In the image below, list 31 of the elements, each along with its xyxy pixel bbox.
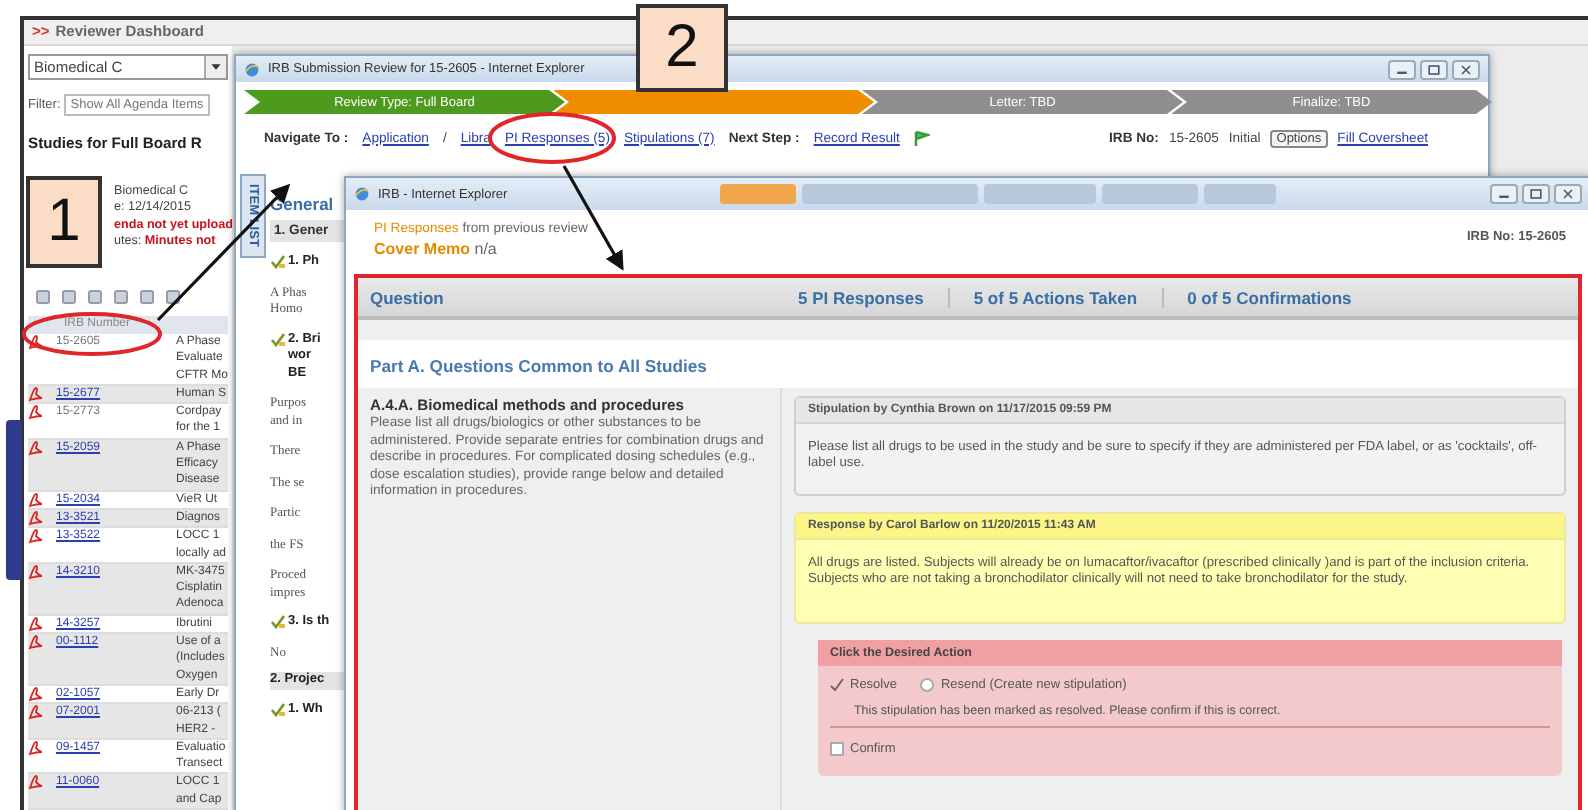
flag-icon [913, 130, 930, 146]
check-icon [270, 701, 286, 717]
close-icon[interactable] [1452, 59, 1480, 79]
check-icon [270, 331, 286, 347]
pdf-icon [28, 739, 44, 756]
pdf-icon [28, 439, 44, 456]
part-heading: Part A. Questions Common to All Studies [370, 356, 707, 376]
browser-icon [354, 186, 370, 202]
maximize-icon[interactable] [1521, 184, 1550, 204]
column-header: 0 of 5 Confirmations [1187, 287, 1352, 307]
browser-icon [244, 61, 260, 77]
check-icon [270, 614, 286, 630]
step-callout: 1 [26, 176, 102, 268]
caret-icon [204, 55, 226, 78]
pdf-icon [28, 774, 44, 791]
column-header: 5 of 5 Actions Taken [973, 287, 1138, 307]
pdf-icon [28, 333, 44, 350]
check-icon [270, 254, 286, 270]
highlight-ellipse [488, 112, 616, 164]
section-title: General [270, 194, 336, 214]
close-icon[interactable] [1553, 184, 1582, 204]
minimize-icon[interactable] [1489, 184, 1518, 204]
cover-memo: Cover Memo n/a [374, 240, 499, 258]
radio-button[interactable] [920, 677, 935, 692]
column-header: Question [370, 287, 446, 307]
step-callout: 2 [636, 4, 728, 92]
maximize-icon[interactable] [1420, 59, 1448, 79]
column-header: 5 PI Responses [798, 287, 924, 307]
minimize-icon[interactable] [1388, 59, 1416, 79]
highlight-ellipse [22, 312, 162, 356]
pdf-icon [28, 563, 44, 580]
